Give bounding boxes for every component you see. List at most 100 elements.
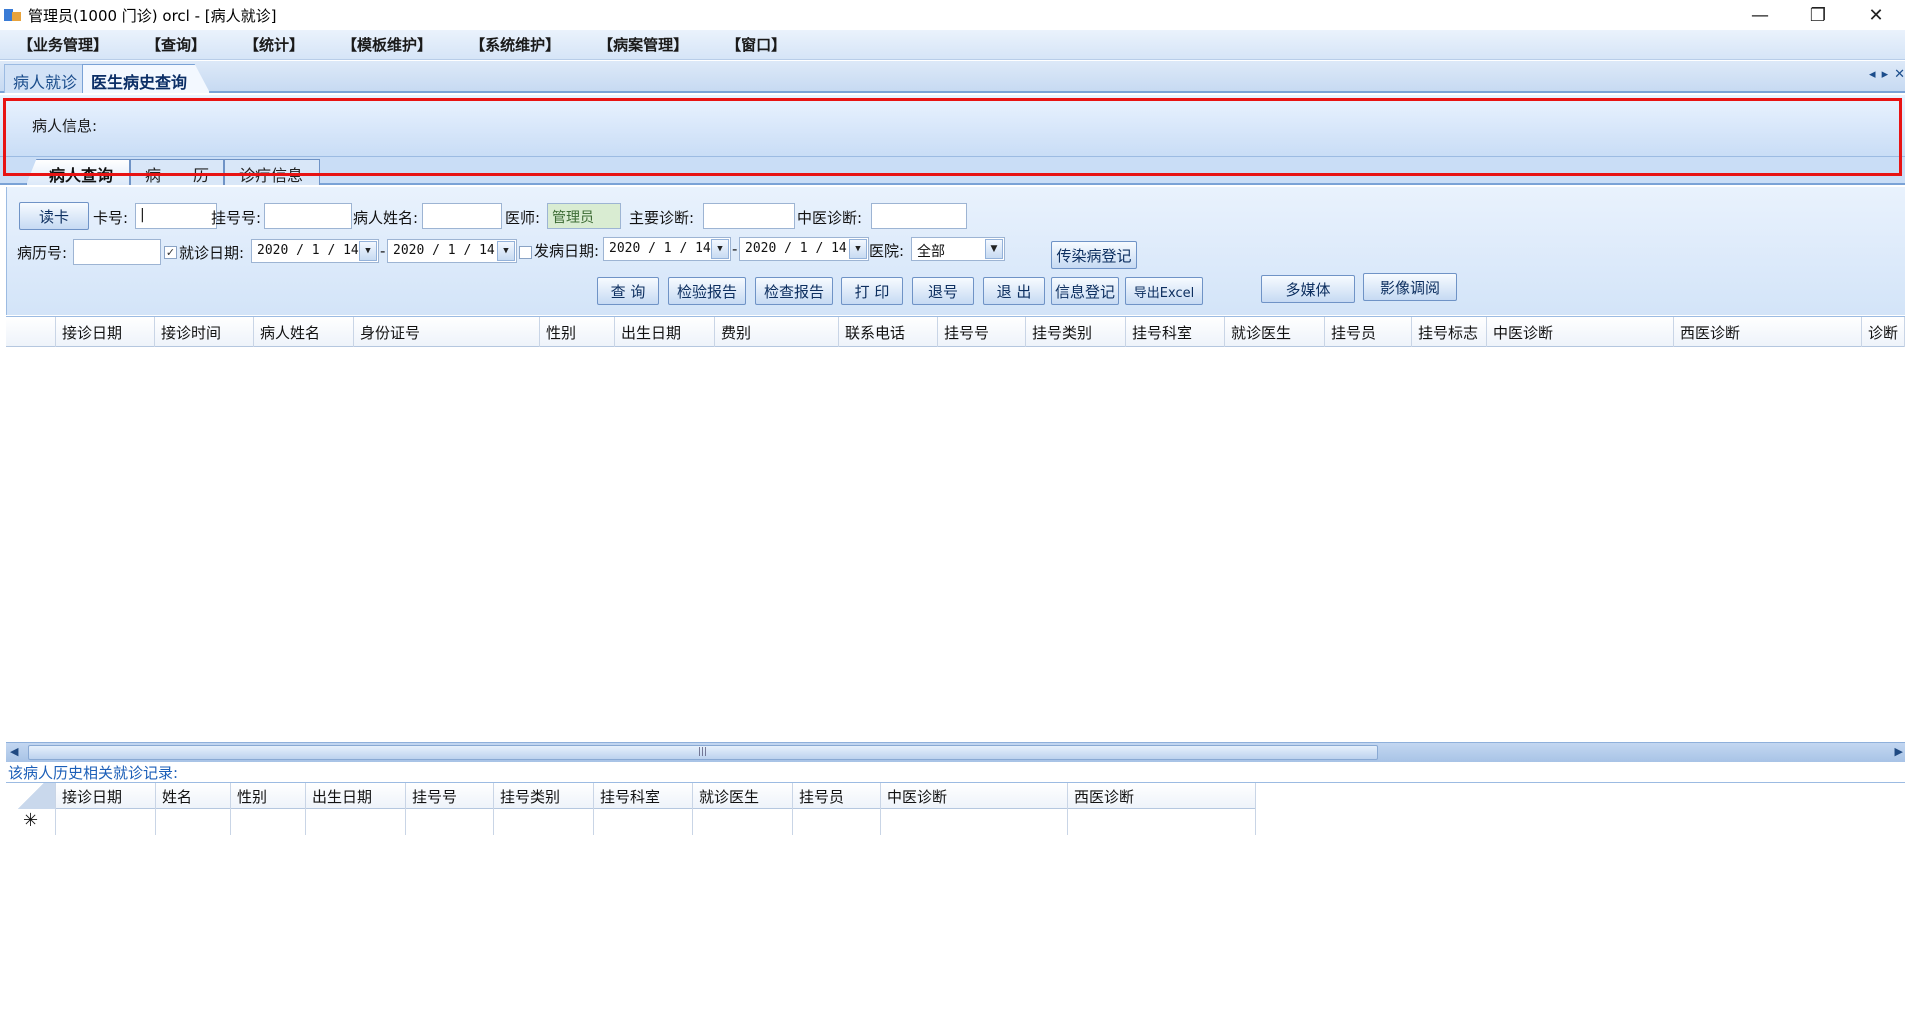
col-fee-type[interactable]: 费别 [715,317,839,347]
image-view-button[interactable]: 影像调阅 [1363,273,1457,301]
table-cell[interactable] [793,809,881,835]
col-doctor[interactable]: 就诊医生 [1225,317,1325,347]
col-reg-flag[interactable]: 挂号标志 [1412,317,1487,347]
table-cell[interactable] [494,809,594,835]
print-button[interactable]: 打 印 [841,277,903,305]
table-cell[interactable] [156,809,231,835]
tab-medical-record[interactable]: 病 历 [130,159,224,185]
table-cell[interactable] [881,809,1068,835]
hist-col-reg-dept[interactable]: 挂号科室 [594,783,693,809]
lab-report-button[interactable]: 检验报告 [668,277,746,305]
onset-date-checkbox[interactable] [519,246,532,259]
menu-template[interactable]: 【模板维护】 [338,32,436,57]
table-cell[interactable] [1068,809,1256,835]
col-reg-type[interactable]: 挂号类别 [1026,317,1126,347]
menu-window[interactable]: 【窗口】 [722,32,790,57]
horizontal-scrollbar[interactable]: ◀ ||| ▶ [6,742,1905,762]
visit-date-from[interactable]: 2020 / 1 / 14 ▼ [251,239,379,263]
col-patient-name[interactable]: 病人姓名 [254,317,354,347]
doctor-input[interactable]: 管理员 [547,203,621,229]
card-input[interactable]: | [135,203,217,229]
col-tcm-diagnosis[interactable]: 中医诊断 [1487,317,1674,347]
hist-col-registrar[interactable]: 挂号员 [793,783,881,809]
menu-system[interactable]: 【系统维护】 [466,32,564,57]
onset-date-from-dropdown-icon[interactable]: ▼ [711,239,729,259]
tab-treatment-info[interactable]: 诊疗信息 [224,159,320,185]
hist-col-gender[interactable]: 性别 [231,783,306,809]
close-button[interactable]: ✕ [1847,0,1905,30]
scroll-right-icon[interactable]: ▶ [1895,745,1903,758]
table-cell[interactable] [306,809,406,835]
onset-date-from[interactable]: 2020 / 1 / 14 ▼ [603,237,731,261]
reg-no-input[interactable] [264,203,352,229]
multimedia-button[interactable]: 多媒体 [1261,275,1355,303]
history-new-row[interactable]: ✳ [6,809,1256,835]
scroll-left-icon[interactable]: ◀ [10,745,18,758]
menu-query[interactable]: 【查询】 [142,32,210,57]
col-birth-date[interactable]: 出生日期 [615,317,715,347]
hist-col-reg-no[interactable]: 挂号号 [406,783,494,809]
table-cell[interactable] [56,809,156,835]
col-western-diagnosis[interactable]: 西医诊断 [1674,317,1862,347]
tab-patient-visit[interactable]: 病人就诊 [4,64,87,93]
infectious-disease-button[interactable]: 传染病登记 [1051,241,1137,269]
query-button[interactable]: 查 询 [597,277,659,305]
tab-next-icon[interactable]: ▸ [1882,67,1889,82]
inner-tabs: 病人查询 病 历 诊疗信息 [0,157,1905,185]
menu-statistics[interactable]: 【统计】 [240,32,308,57]
export-excel-button[interactable]: 导出Excel [1125,277,1203,305]
hist-col-reg-type[interactable]: 挂号类别 [494,783,594,809]
tcm-diagnosis-input[interactable] [871,203,967,229]
info-register-button[interactable]: 信息登记 [1051,277,1119,305]
table-cell[interactable] [594,809,693,835]
table-cell[interactable] [231,809,306,835]
table-cell[interactable] [406,809,494,835]
hist-col-birth-date[interactable]: 出生日期 [306,783,406,809]
restore-button[interactable]: ❐ [1789,0,1847,30]
patient-name-input[interactable] [422,203,502,229]
col-diagnosis[interactable]: 诊断 [1862,317,1905,347]
hospital-select[interactable]: 全部 ▼ [911,237,1005,261]
tab-prev-icon[interactable]: ◂ [1869,67,1876,82]
col-registrar[interactable]: 挂号员 [1325,317,1412,347]
tab-patient-query[interactable]: 病人查询 [26,159,130,185]
menu-business[interactable]: 【业务管理】 [14,32,112,57]
onset-date-to[interactable]: 2020 / 1 / 14 ▼ [739,237,869,261]
query-panel: 读卡 卡号: | 挂号号: 病人姓名: 医师: 管理员 主要诊断: 中医诊断: … [6,187,1905,315]
read-card-button[interactable]: 读卡 [19,202,89,230]
exam-report-button[interactable]: 检查报告 [755,277,833,305]
hist-col-western-diagnosis[interactable]: 西医诊断 [1068,783,1256,809]
col-reg-dept[interactable]: 挂号科室 [1126,317,1225,347]
main-diagnosis-input[interactable] [703,203,795,229]
visit-date-to-dropdown-icon[interactable]: ▼ [497,241,515,261]
hospital-dropdown-icon[interactable]: ▼ [985,239,1003,259]
date-dash: - [380,242,386,260]
exit-button[interactable]: 退 出 [983,277,1045,305]
table-cell[interactable] [693,809,793,835]
tab-close-icon[interactable]: ✕ [1894,67,1905,82]
col-id-number[interactable]: 身份证号 [354,317,540,347]
menu-records[interactable]: 【病案管理】 [594,32,692,57]
col-reg-no[interactable]: 挂号号 [938,317,1026,347]
tab-doctor-history-query[interactable]: 医生病史查询 [82,64,211,93]
visit-date-from-dropdown-icon[interactable]: ▼ [359,241,377,261]
col-visit-time[interactable]: 接诊时间 [155,317,254,347]
title-bar: 管理员(1000 门诊) orcl - [病人就诊] — ❐ ✕ [0,0,1905,30]
hist-col-visit-date[interactable]: 接诊日期 [56,783,156,809]
onset-date-to-dropdown-icon[interactable]: ▼ [849,239,867,259]
hist-col-tcm-diagnosis[interactable]: 中医诊断 [881,783,1068,809]
col-phone[interactable]: 联系电话 [839,317,938,347]
history-grid-header: 接诊日期 姓名 性别 出生日期 挂号号 挂号类别 挂号科室 就诊医生 挂号员 中… [6,783,1256,809]
cancel-registration-button[interactable]: 退号 [912,277,974,305]
record-no-input[interactable] [73,239,161,265]
minimize-button[interactable]: — [1731,0,1789,30]
reg-no-label: 挂号号: [211,209,262,227]
hist-col-name[interactable]: 姓名 [156,783,231,809]
visit-grid[interactable]: 接诊日期 接诊时间 病人姓名 身份证号 性别 出生日期 费别 联系电话 挂号号 … [6,316,1905,744]
visit-date-checkbox[interactable]: ✓ [164,246,177,259]
visit-date-to[interactable]: 2020 / 1 / 14 ▼ [387,239,517,263]
col-visit-date[interactable]: 接诊日期 [56,317,155,347]
col-gender[interactable]: 性别 [540,317,615,347]
hist-col-doctor[interactable]: 就诊医生 [693,783,793,809]
history-grid[interactable]: 接诊日期 姓名 性别 出生日期 挂号号 挂号类别 挂号科室 就诊医生 挂号员 中… [6,782,1905,1013]
